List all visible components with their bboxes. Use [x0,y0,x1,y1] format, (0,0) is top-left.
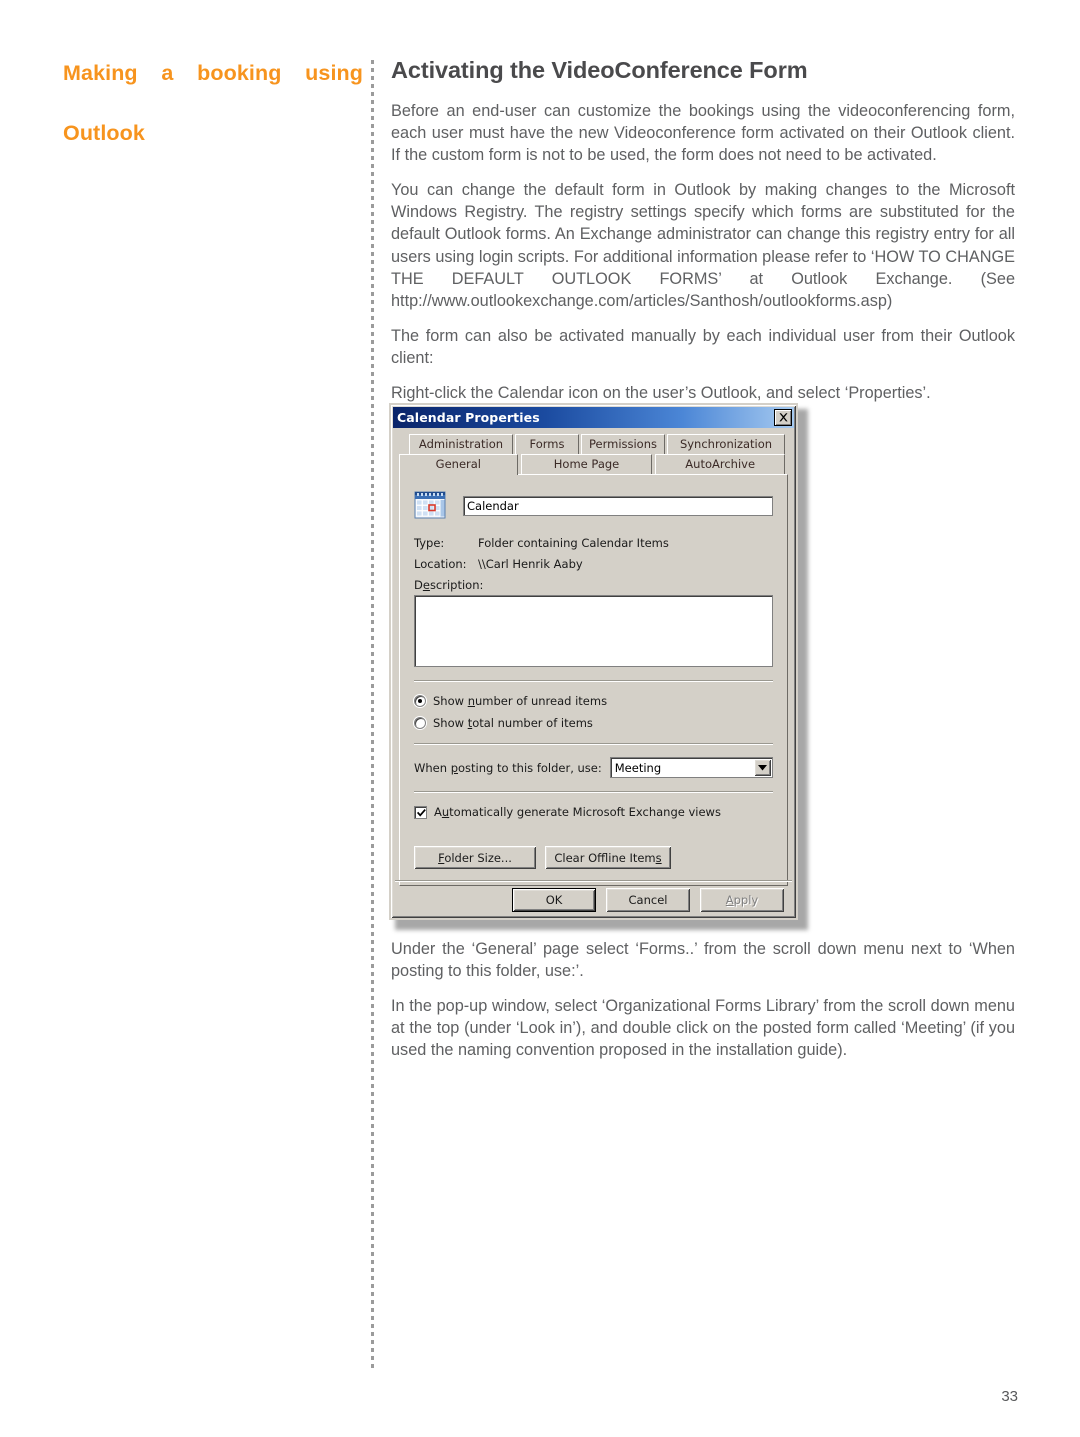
tab-synchronization[interactable]: Synchronization [667,434,785,455]
sidebar-title-line-2: Outlook [63,121,145,145]
body-paragraph-6: In the pop-up window, select ‘Organizati… [391,997,1015,1060]
divider-above-checkbox [414,791,773,793]
page-number: 33 [1001,1388,1018,1405]
posting-form-select[interactable]: Meeting [609,757,773,778]
folder-info: Type: Folder containing Calendar Items L… [400,521,787,592]
dialog-footer-divider [395,880,792,882]
folder-name-row [400,475,787,521]
chevron-down-icon[interactable] [754,759,771,776]
description-label: Description: [414,578,484,592]
posting-form-value: Meeting [614,760,662,775]
general-tab-panel: Type: Folder containing Calendar Items L… [399,474,788,886]
item-count-radio-group: Show number of unread items Show total n… [400,694,787,730]
divider-above-posting [414,743,773,745]
dialog-footer-buttons: OK Cancel Apply [391,888,796,912]
folder-type-row: Type: Folder containing Calendar Items [414,536,773,550]
page-title: Activating the VideoConference Form [391,57,808,83]
document-page: Making a booking using Outlook Activatin… [0,0,1080,1437]
posting-form-row: When posting to this folder, use: Meetin… [400,757,787,778]
folder-type-value: Folder containing Calendar Items [478,536,669,550]
exchange-views-row[interactable]: Automatically generate Microsoft Exchang… [400,805,787,819]
body-paragraph-3: The form can also be activated manually … [391,326,1015,367]
sidebar-title: Making a booking using Outlook [63,58,363,148]
radio-total-label: Show total number of items [433,716,593,730]
calendar-properties-dialog-figure: Calendar Properties Administration Forms… [389,403,808,930]
tab-home-page[interactable]: Home Page [520,454,653,475]
dialog-tab-row-top: Administration Forms Permissions Synchro… [399,434,788,455]
calendar-properties-dialog: Calendar Properties Administration Forms… [389,403,798,920]
folder-type-label: Type: [414,536,445,550]
radio-unread-label: Show number of unread items [433,694,608,708]
tab-administration[interactable]: Administration [409,434,513,455]
dialog-tabs: Administration Forms Permissions Synchro… [399,434,788,475]
folder-location-value: \\Carl Henrik Aaby [478,557,583,571]
main-content-column-lower: Under the ‘General’ page select ‘Forms..… [391,938,1015,1074]
radio-row-total[interactable]: Show total number of items [414,716,773,730]
exchange-views-checkbox[interactable] [414,805,427,819]
sidebar-title-line-1: Making a booking using [63,61,363,85]
apply-button: Apply [700,888,784,912]
tab-forms[interactable]: Forms [515,434,579,455]
body-paragraph-2: You can change the default form in Outlo… [391,181,1015,310]
exchange-views-label: Automatically generate Microsoft Exchang… [434,805,721,819]
folder-location-row: Location: \\Carl Henrik Aaby [414,557,773,571]
ok-button[interactable]: OK [512,888,596,912]
dialog-tab-row-bottom: General Home Page AutoArchive [399,454,788,475]
radio-unread-items[interactable] [414,695,426,707]
posting-form-label: When posting to this folder, use: [414,760,602,775]
clear-offline-items-button[interactable]: Clear Offline Items [545,846,671,869]
body-paragraph-5: Under the ‘General’ page select ‘Forms..… [391,940,1015,981]
tab-permissions[interactable]: Permissions [581,434,665,455]
radio-total-items[interactable] [414,717,426,729]
calendar-icon [414,491,446,521]
dialog-titlebar: Calendar Properties [393,407,794,428]
tab-general[interactable]: General [399,454,518,475]
folder-name-input[interactable] [463,496,773,516]
close-icon[interactable] [774,409,792,426]
vertical-dotted-divider [371,60,374,1368]
divider-above-radios [414,680,773,682]
folder-size-button[interactable]: Folder Size... [414,846,536,869]
radio-row-unread[interactable]: Show number of unread items [414,694,773,708]
main-content-column: Activating the VideoConference Form Befo… [391,56,1015,417]
dialog-title: Calendar Properties [397,410,540,425]
sidebar-chapter-heading: Making a booking using Outlook [63,58,363,148]
body-paragraph-1: Before an end-user can customize the boo… [391,102,1015,165]
body-paragraph-4: Right-click the Calendar icon on the use… [391,384,931,403]
cancel-button[interactable]: Cancel [606,888,690,912]
folder-location-label: Location: [414,557,467,571]
folder-action-buttons: Folder Size... Clear Offline Items [400,846,787,869]
tab-autoarchive[interactable]: AutoArchive [655,454,785,475]
description-textarea[interactable] [414,595,773,667]
